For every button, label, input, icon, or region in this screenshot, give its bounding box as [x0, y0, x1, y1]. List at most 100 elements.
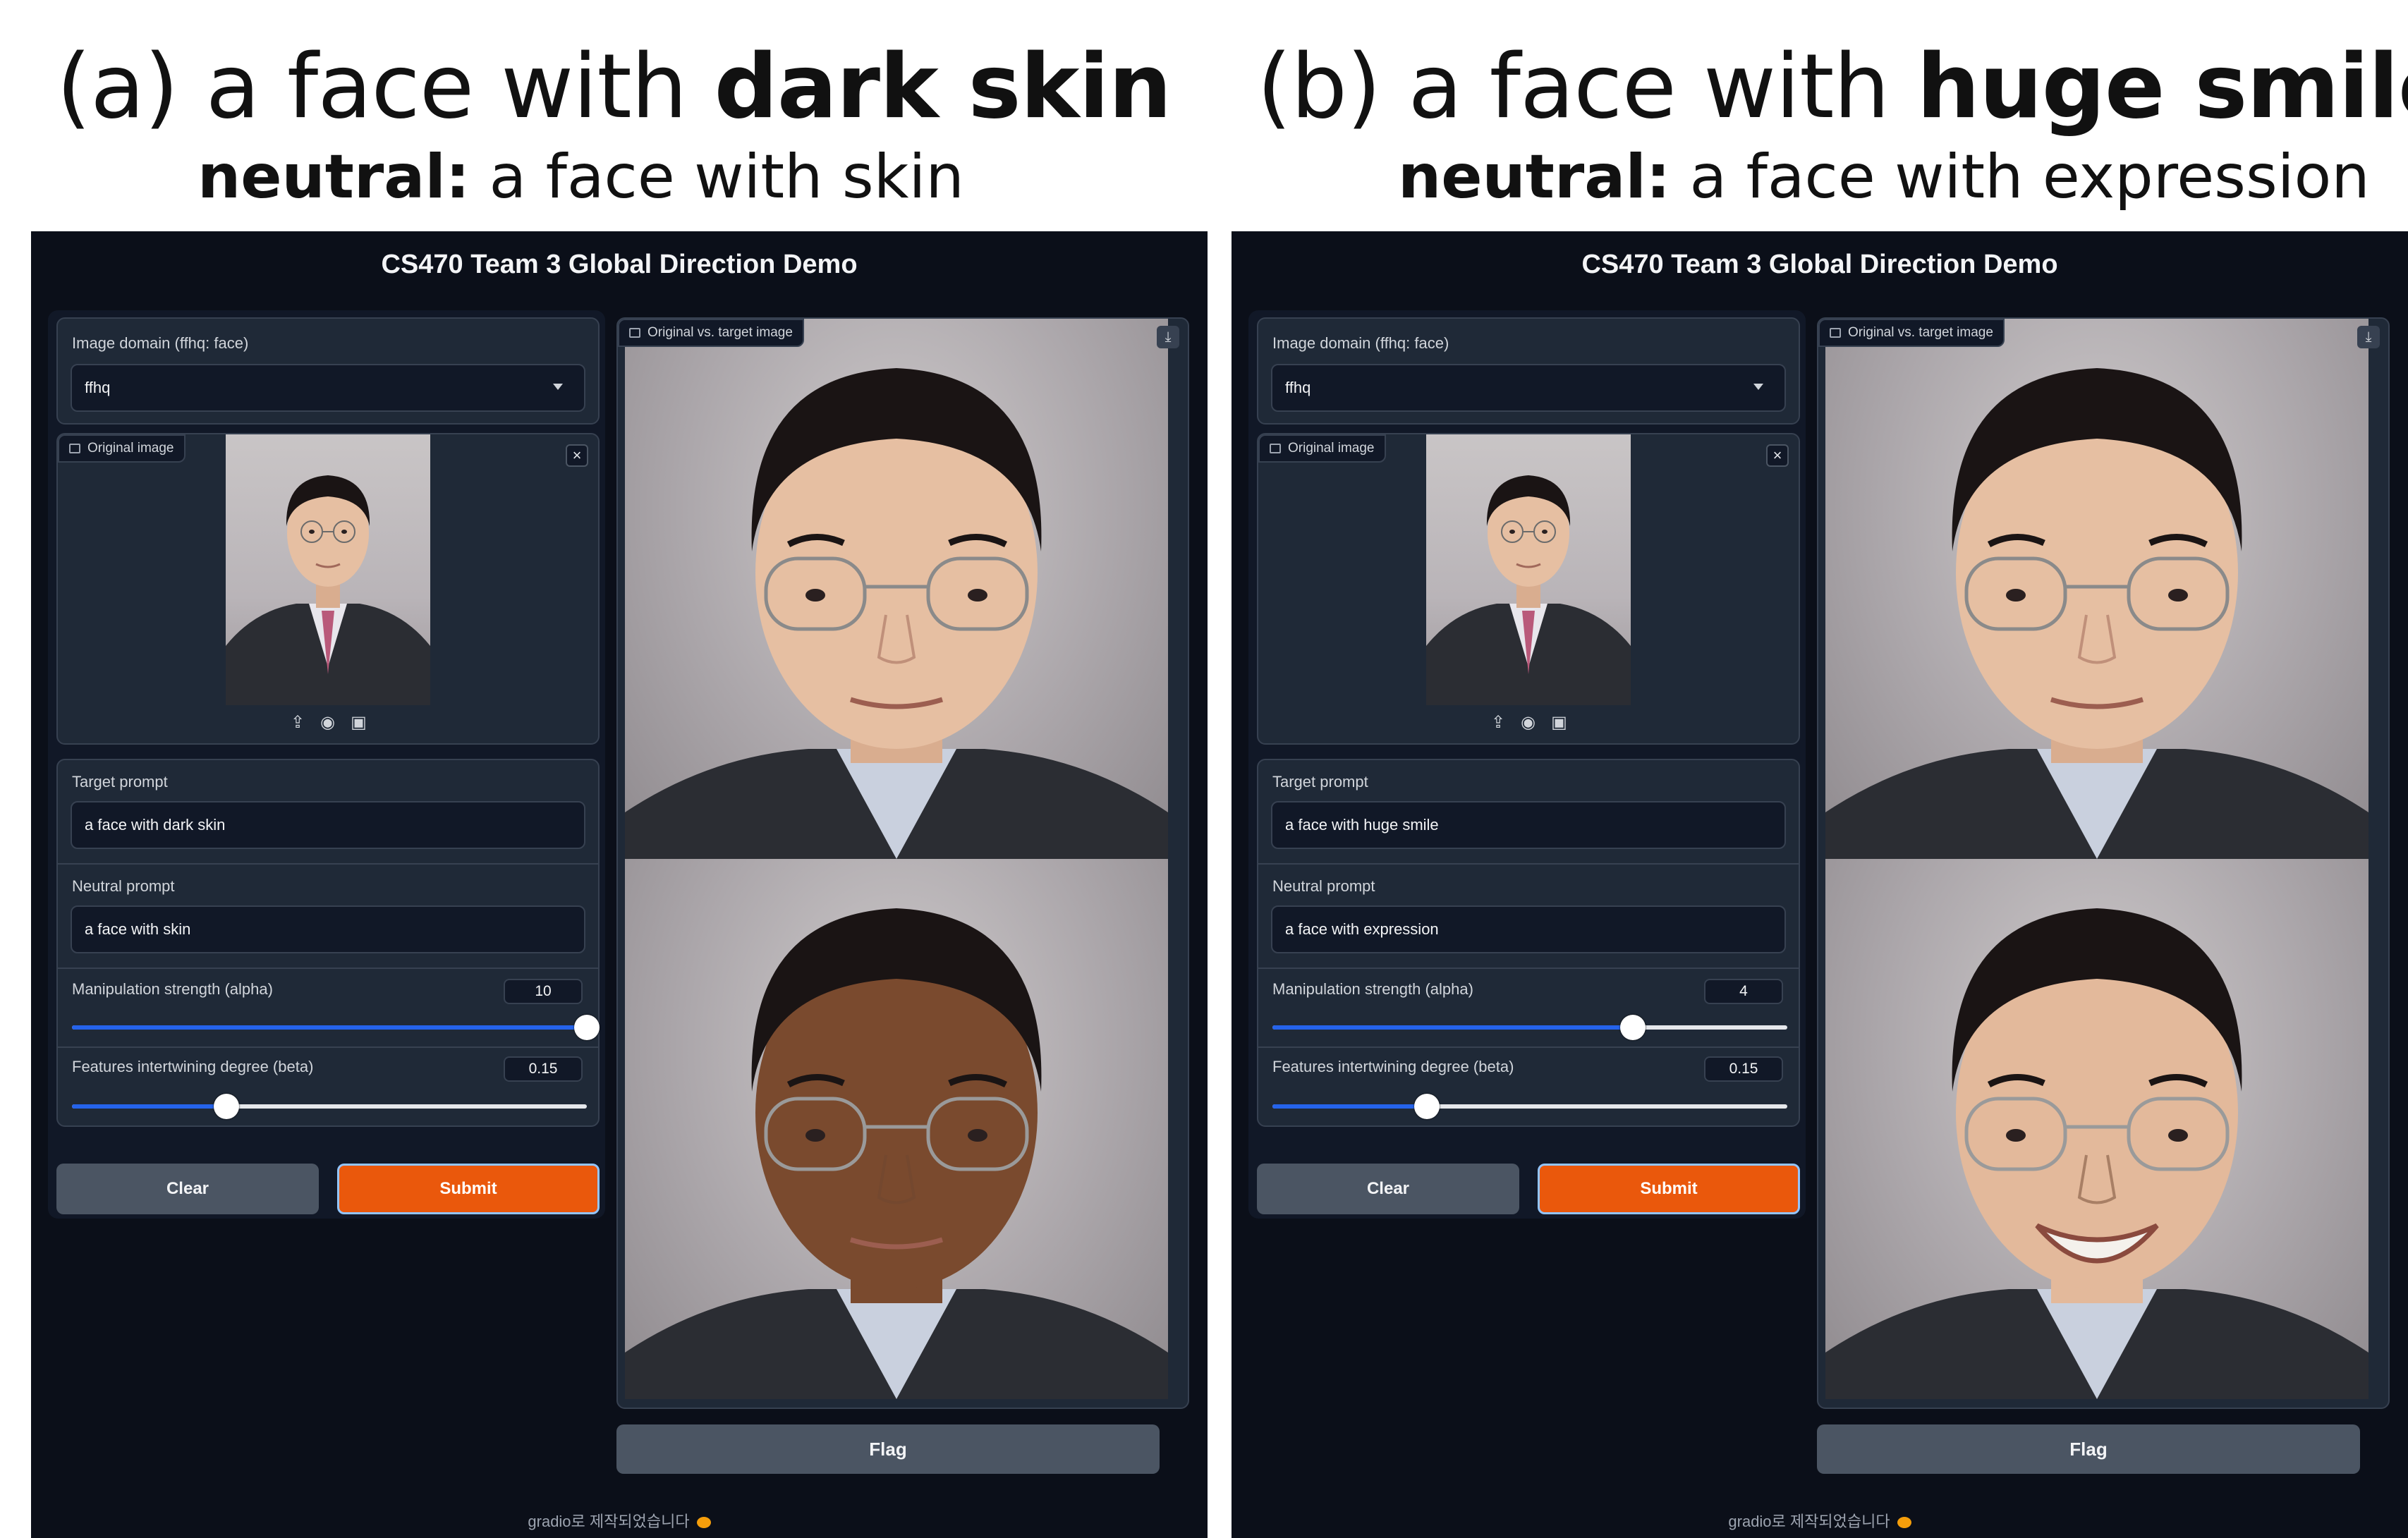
target-output-image: [1825, 859, 2369, 1399]
original-image-tag: Original image: [58, 434, 186, 463]
original-image-tag: Original image: [1258, 434, 1386, 463]
image-source-tools: ⇪ ◉ ▣: [1491, 712, 1567, 733]
webcam-icon[interactable]: ◉: [320, 712, 335, 733]
original-image-label: Original image: [87, 441, 174, 456]
divider: [1258, 863, 1799, 865]
alpha-number-input[interactable]: 4: [1704, 979, 1783, 1004]
alpha-label: Manipulation strength (alpha): [72, 980, 273, 998]
flag-button[interactable]: Flag: [616, 1424, 1160, 1474]
alpha-slider-handle[interactable]: [574, 1015, 600, 1040]
target-face: [625, 908, 1168, 1399]
panel-a: (a) a face with dark skin neutral: a fac…: [0, 0, 1208, 1538]
alpha-number-input[interactable]: 10: [504, 979, 583, 1004]
caption-bold: dark skin: [714, 35, 1172, 138]
submit-button[interactable]: Submit: [337, 1164, 600, 1214]
clear-button[interactable]: Clear: [56, 1164, 319, 1214]
upload-icon[interactable]: ⇪: [291, 712, 305, 733]
target-prompt-input[interactable]: a face with huge smile: [1271, 801, 1786, 849]
domain-label: Image domain (ffhq: face): [72, 334, 249, 352]
domain-value: ffhq: [1285, 379, 1311, 396]
clipboard-icon[interactable]: ▣: [351, 712, 367, 733]
footer: gradio로 제작되었습니다: [1232, 1509, 2408, 1532]
submit-button[interactable]: Submit: [1538, 1164, 1800, 1214]
beta-label: Features intertwining degree (beta): [72, 1058, 314, 1075]
beta-slider-fill: [72, 1104, 226, 1109]
target-output-image: [625, 859, 1168, 1399]
footer-text: gradio로 제작되었습니다: [1728, 1513, 1890, 1530]
app-title: CS470 Team 3 Global Direction Demo: [1581, 250, 2058, 279]
beta-slider[interactable]: [72, 1094, 587, 1119]
beta-slider-fill: [1272, 1104, 1427, 1109]
alpha-label: Manipulation strength (alpha): [1272, 980, 1473, 998]
neutral-prompt-value: a face with skin: [85, 920, 191, 938]
chevron-down-icon: [1753, 384, 1763, 390]
original-face: [1825, 368, 2369, 859]
domain-dropdown[interactable]: ffhq: [1271, 364, 1786, 412]
footer-text: gradio로 제작되었습니다: [528, 1513, 690, 1530]
target-prompt-value: a face with dark skin: [85, 816, 226, 834]
target-face: [1825, 908, 2369, 1399]
close-icon[interactable]: ×: [566, 444, 588, 467]
original-face: [625, 368, 1168, 859]
webcam-icon[interactable]: ◉: [1521, 712, 1536, 733]
panel-caption: (a) a face with dark skin: [56, 42, 1172, 131]
upload-icon[interactable]: ⇪: [1491, 712, 1505, 733]
input-column: Image domain (ffhq: face) ffhq Original …: [1248, 310, 1806, 1219]
output-image-tag: Original vs. target image: [1818, 319, 2005, 347]
prompts-block: Target prompt a face with huge smile Neu…: [1257, 759, 1800, 1127]
panel-caption: (b) a face with huge smile: [1257, 42, 2408, 131]
output-image-block: ⤓ Original vs. target image: [616, 317, 1189, 1409]
domain-label: Image domain (ffhq: face): [1272, 334, 1449, 352]
beta-slider-handle[interactable]: [1414, 1094, 1440, 1119]
neutral-caption: neutral: a face with skin: [197, 147, 964, 207]
divider: [1258, 968, 1799, 969]
neutral-prompt-input[interactable]: a face with expression: [1271, 905, 1786, 953]
beta-slider-handle[interactable]: [214, 1094, 239, 1119]
domain-block: Image domain (ffhq: face) ffhq: [56, 317, 600, 425]
image-icon: [69, 444, 80, 453]
image-icon: [1270, 444, 1281, 453]
caption-bold: huge smile: [1916, 35, 2408, 138]
alpha-slider[interactable]: [1272, 1015, 1787, 1040]
neutral-bold: neutral:: [197, 142, 470, 212]
original-image-block[interactable]: Original image × ⇪ ◉ ▣: [56, 433, 600, 745]
target-prompt-input[interactable]: a face with dark skin: [71, 801, 585, 849]
clipboard-icon[interactable]: ▣: [1551, 712, 1567, 733]
original-output-image: [625, 319, 1168, 859]
target-prompt-label: Target prompt: [1272, 773, 1368, 791]
flag-button[interactable]: Flag: [1817, 1424, 2360, 1474]
divider: [1258, 1046, 1799, 1048]
beta-slider[interactable]: [1272, 1094, 1787, 1119]
alpha-slider-fill: [1272, 1025, 1633, 1030]
beta-number-input[interactable]: 0.15: [504, 1056, 583, 1082]
download-icon[interactable]: ⤓: [1157, 326, 1179, 348]
neutral-text: a face with skin: [470, 142, 964, 212]
original-portrait: [1426, 475, 1631, 705]
footer: gradio로 제작되었습니다: [31, 1509, 1208, 1532]
divider: [58, 863, 598, 865]
clear-button[interactable]: Clear: [1257, 1164, 1519, 1214]
download-icon[interactable]: ⤓: [2357, 326, 2380, 348]
domain-value: ffhq: [85, 379, 111, 396]
original-image-block[interactable]: Original image × ⇪ ◉ ▣: [1257, 433, 1800, 745]
close-icon[interactable]: ×: [1766, 444, 1789, 467]
neutral-bold: neutral:: [1398, 142, 1671, 212]
original-portrait: [226, 475, 430, 705]
domain-dropdown[interactable]: ffhq: [71, 364, 585, 412]
image-icon: [629, 328, 640, 338]
neutral-prompt-label: Neutral prompt: [72, 877, 175, 895]
divider: [58, 1046, 598, 1048]
beta-number-input[interactable]: 0.15: [1704, 1056, 1783, 1082]
neutral-prompt-input[interactable]: a face with skin: [71, 905, 585, 953]
alpha-slider-fill: [72, 1025, 587, 1030]
alpha-slider-handle[interactable]: [1620, 1015, 1646, 1040]
gradio-logo-icon: [1897, 1517, 1911, 1529]
alpha-slider[interactable]: [72, 1015, 600, 1040]
output-image-label: Original vs. target image: [1848, 325, 1993, 340]
app-title: CS470 Team 3 Global Direction Demo: [381, 250, 858, 279]
original-image: [226, 434, 430, 705]
domain-block: Image domain (ffhq: face) ffhq: [1257, 317, 1800, 425]
neutral-caption: neutral: a face with expression: [1398, 147, 2370, 207]
gradio-app: CS470 Team 3 Global Direction Demo Image…: [1232, 231, 2408, 1538]
target-prompt-label: Target prompt: [72, 773, 168, 791]
